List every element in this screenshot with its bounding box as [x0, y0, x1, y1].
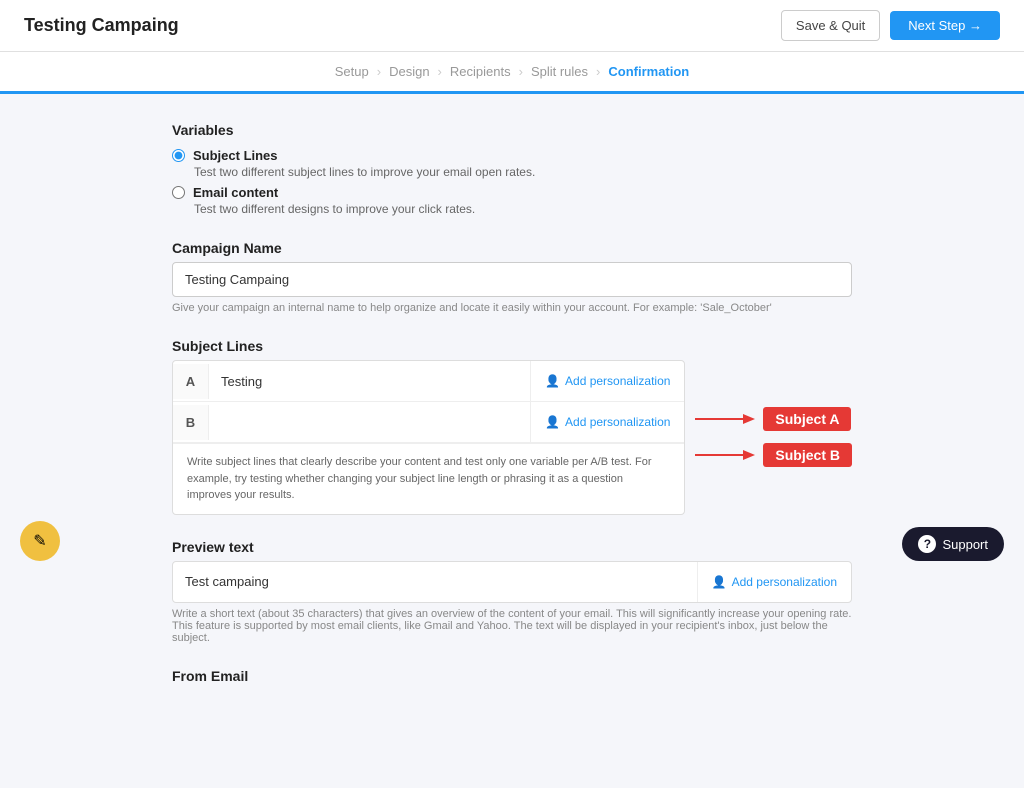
callout-row-a: Subject A: [695, 407, 852, 431]
from-email-section: From Email: [172, 668, 852, 684]
person-icon-a: 👤: [545, 374, 560, 388]
preview-text-section: Preview text 👤 Add personalization Write…: [172, 539, 852, 644]
email-content-label: Email content: [193, 185, 278, 200]
subject-lines-desc: Test two different subject lines to impr…: [194, 165, 852, 179]
subject-input-a[interactable]: [209, 364, 530, 399]
subject-row-a: A 👤 Add personalization: [173, 361, 684, 402]
preview-text-box: 👤 Add personalization: [172, 561, 852, 603]
subject-lines-hint: Write subject lines that clearly describ…: [173, 443, 684, 514]
pencil-icon: ✎: [33, 531, 46, 551]
page-title: Testing Campaing: [24, 15, 179, 36]
sep-2: ›: [438, 64, 442, 79]
subject-lines-radio[interactable]: [172, 149, 185, 162]
email-content-option: Email content Test two different designs…: [172, 185, 852, 216]
subject-input-b[interactable]: [209, 405, 530, 440]
subject-letter-b: B: [173, 405, 209, 440]
steps-nav: Setup › Design › Recipients › Split rule…: [0, 52, 1024, 94]
step-setup[interactable]: Setup: [335, 64, 369, 79]
main-content: Variables Subject Lines Test two differe…: [152, 94, 872, 788]
add-personalization-a-button[interactable]: 👤 Add personalization: [530, 361, 684, 401]
variables-label: Variables: [172, 122, 852, 138]
add-personalization-b-button[interactable]: 👤 Add personalization: [530, 402, 684, 442]
subject-lines-box: A 👤 Add personalization B 👤 Add: [172, 360, 685, 515]
subject-letter-a: A: [173, 364, 209, 399]
subject-row-b: B 👤 Add personalization: [173, 402, 684, 443]
step-confirmation[interactable]: Confirmation: [608, 64, 689, 79]
sep-4: ›: [596, 64, 600, 79]
preview-text-input[interactable]: [173, 564, 697, 599]
campaign-name-label: Campaign Name: [172, 240, 852, 256]
subject-b-badge: Subject B: [763, 443, 852, 467]
campaign-name-section: Campaign Name Give your campaign an inte…: [172, 240, 852, 314]
preview-add-personalization-button[interactable]: 👤 Add personalization: [697, 562, 851, 602]
support-button[interactable]: ? Support: [902, 527, 1004, 561]
subject-lines-label: Subject Lines: [193, 148, 278, 163]
float-edit-button[interactable]: ✎: [20, 521, 60, 561]
subject-lines-option: Subject Lines Test two different subject…: [172, 148, 852, 179]
sep-1: ›: [377, 64, 381, 79]
save-quit-button[interactable]: Save & Quit: [781, 10, 880, 41]
sep-3: ›: [519, 64, 523, 79]
subject-lines-section-label: Subject Lines: [172, 338, 852, 354]
variables-options: Subject Lines Test two different subject…: [172, 148, 852, 216]
preview-text-label: Preview text: [172, 539, 852, 555]
step-design[interactable]: Design: [389, 64, 429, 79]
callout-labels: Subject A Subject B: [695, 407, 852, 467]
campaign-name-hint: Give your campaign an internal name to h…: [172, 302, 852, 314]
person-icon-b: 👤: [545, 415, 560, 429]
subject-lines-section: Subject Lines A 👤 Add personalization: [172, 338, 852, 515]
subject-a-badge: Subject A: [763, 407, 851, 431]
variables-section: Variables Subject Lines Test two differe…: [172, 122, 852, 216]
arrow-b-icon: [695, 445, 755, 465]
question-icon: ?: [918, 535, 936, 553]
step-recipients[interactable]: Recipients: [450, 64, 511, 79]
from-email-label: From Email: [172, 668, 852, 684]
subject-lines-main: A 👤 Add personalization B 👤 Add: [172, 360, 685, 515]
email-content-desc: Test two different designs to improve yo…: [194, 202, 852, 216]
header-actions: Save & Quit Next Step →: [781, 10, 1000, 41]
person-icon-preview: 👤: [712, 575, 727, 589]
header: Testing Campaing Save & Quit Next Step →: [0, 0, 1024, 52]
email-content-radio[interactable]: [172, 186, 185, 199]
subject-lines-wrapper: A 👤 Add personalization B 👤 Add: [172, 360, 852, 515]
next-step-button[interactable]: Next Step →: [890, 11, 1000, 40]
preview-text-hint: Write a short text (about 35 characters)…: [172, 608, 852, 644]
step-split-rules[interactable]: Split rules: [531, 64, 588, 79]
arrow-a-icon: [695, 409, 755, 429]
callout-row-b: Subject B: [695, 443, 852, 467]
campaign-name-input[interactable]: [172, 262, 852, 297]
